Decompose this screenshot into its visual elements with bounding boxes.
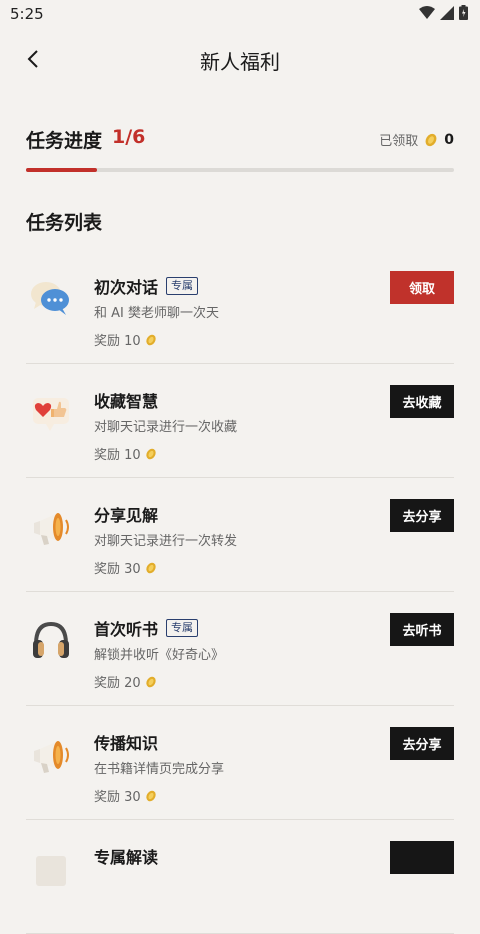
progress-bar bbox=[26, 168, 454, 172]
share-button[interactable]: 去分享 bbox=[390, 499, 454, 532]
coin-icon bbox=[146, 334, 156, 345]
task-description: 对聊天记录进行一次转发 bbox=[94, 534, 238, 549]
chat-bubbles-icon bbox=[31, 282, 69, 315]
exclusive-tag: 专属 bbox=[166, 277, 199, 295]
claimed-summary: 已领取 0 bbox=[379, 130, 454, 150]
task-list: 初次对话 专属 和 AI 樊老师聊一次天 奖励 10 领取 收藏智慧 对聊天记录… bbox=[0, 250, 480, 934]
task-title: 分享见解 bbox=[94, 506, 159, 525]
task-name: 初次对话 专属 bbox=[94, 274, 199, 298]
status-icons bbox=[419, 5, 468, 20]
task-reward: 奖励 30 bbox=[94, 786, 157, 805]
task-name: 首次听书 专属 bbox=[94, 616, 199, 640]
task-item: 分享见解 对聊天记录进行一次转发 奖励 30 去分享 bbox=[0, 478, 480, 592]
task-title: 收藏智慧 bbox=[94, 392, 159, 411]
task-title: 初次对话 bbox=[94, 278, 159, 297]
exclusive-tag: 专属 bbox=[166, 619, 199, 637]
heart-thumbs-up-icon bbox=[33, 398, 69, 431]
reward-text: 奖励 20 bbox=[94, 676, 141, 691]
megaphone-icon bbox=[34, 741, 69, 773]
section-title: 任务列表 bbox=[26, 212, 103, 234]
task-reward: 奖励 10 bbox=[94, 444, 157, 463]
task-description: 和 AI 樊老师聊一次天 bbox=[94, 306, 219, 321]
coin-icon bbox=[425, 133, 437, 146]
task-name: 专属解读 bbox=[94, 844, 158, 868]
megaphone-icon bbox=[34, 513, 69, 545]
listen-button[interactable]: 去听书 bbox=[390, 613, 454, 646]
task-item: 专属解读 bbox=[0, 820, 480, 934]
coin-icon bbox=[146, 676, 156, 687]
status-bar: 5:25 bbox=[0, 0, 480, 28]
claimed-count: 0 bbox=[444, 131, 454, 148]
reward-text: 奖励 10 bbox=[94, 334, 141, 349]
coin-icon bbox=[146, 448, 156, 459]
task-item: 传播知识 在书籍详情页完成分享 奖励 30 去分享 bbox=[0, 706, 480, 820]
task-item: 初次对话 专属 和 AI 樊老师聊一次天 奖励 10 领取 bbox=[0, 250, 480, 364]
task-title: 传播知识 bbox=[94, 734, 159, 753]
task-progress: 任务进度 1/6 已领取 0 bbox=[26, 126, 454, 156]
coin-icon bbox=[146, 790, 156, 801]
progress-label: 任务进度 bbox=[26, 130, 103, 152]
task-description: 对聊天记录进行一次收藏 bbox=[94, 420, 238, 435]
task-title: 首次听书 bbox=[94, 620, 159, 639]
wifi-icon bbox=[419, 5, 435, 19]
coin-icon bbox=[146, 562, 156, 573]
task-title: 专属解读 bbox=[94, 848, 159, 867]
task-name: 传播知识 bbox=[94, 730, 158, 754]
task-name: 分享见解 bbox=[94, 502, 158, 526]
claimed-label: 已领取 bbox=[379, 134, 419, 149]
reward-text: 奖励 30 bbox=[94, 790, 141, 805]
task-reward: 奖励 20 bbox=[94, 672, 157, 691]
task-item: 首次听书 专属 解锁并收听《好奇心》 奖励 20 去听书 bbox=[0, 592, 480, 706]
reward-text: 奖励 30 bbox=[94, 562, 141, 577]
status-time: 5:25 bbox=[10, 5, 44, 23]
progress-bar-fill bbox=[26, 168, 97, 172]
reward-text: 奖励 10 bbox=[94, 448, 141, 463]
top-bar: 新人福利 bbox=[0, 36, 480, 82]
claim-button[interactable]: 领取 bbox=[390, 271, 454, 304]
battery-icon bbox=[459, 5, 468, 20]
collect-button[interactable]: 去收藏 bbox=[390, 385, 454, 418]
task-item: 收藏智慧 对聊天记录进行一次收藏 奖励 10 去收藏 bbox=[0, 364, 480, 478]
task-name: 收藏智慧 bbox=[94, 388, 158, 412]
task-reward: 奖励 10 bbox=[94, 330, 157, 349]
task-action-button[interactable] bbox=[390, 841, 454, 874]
headphones-icon bbox=[33, 621, 69, 658]
page-title: 新人福利 bbox=[200, 50, 280, 74]
signal-icon bbox=[440, 5, 454, 20]
task-reward: 奖励 30 bbox=[94, 558, 157, 577]
share-button[interactable]: 去分享 bbox=[390, 727, 454, 760]
task-description: 在书籍详情页完成分享 bbox=[94, 762, 225, 777]
progress-value: 1/6 bbox=[112, 126, 146, 148]
task-description: 解锁并收听《好奇心》 bbox=[94, 648, 225, 663]
